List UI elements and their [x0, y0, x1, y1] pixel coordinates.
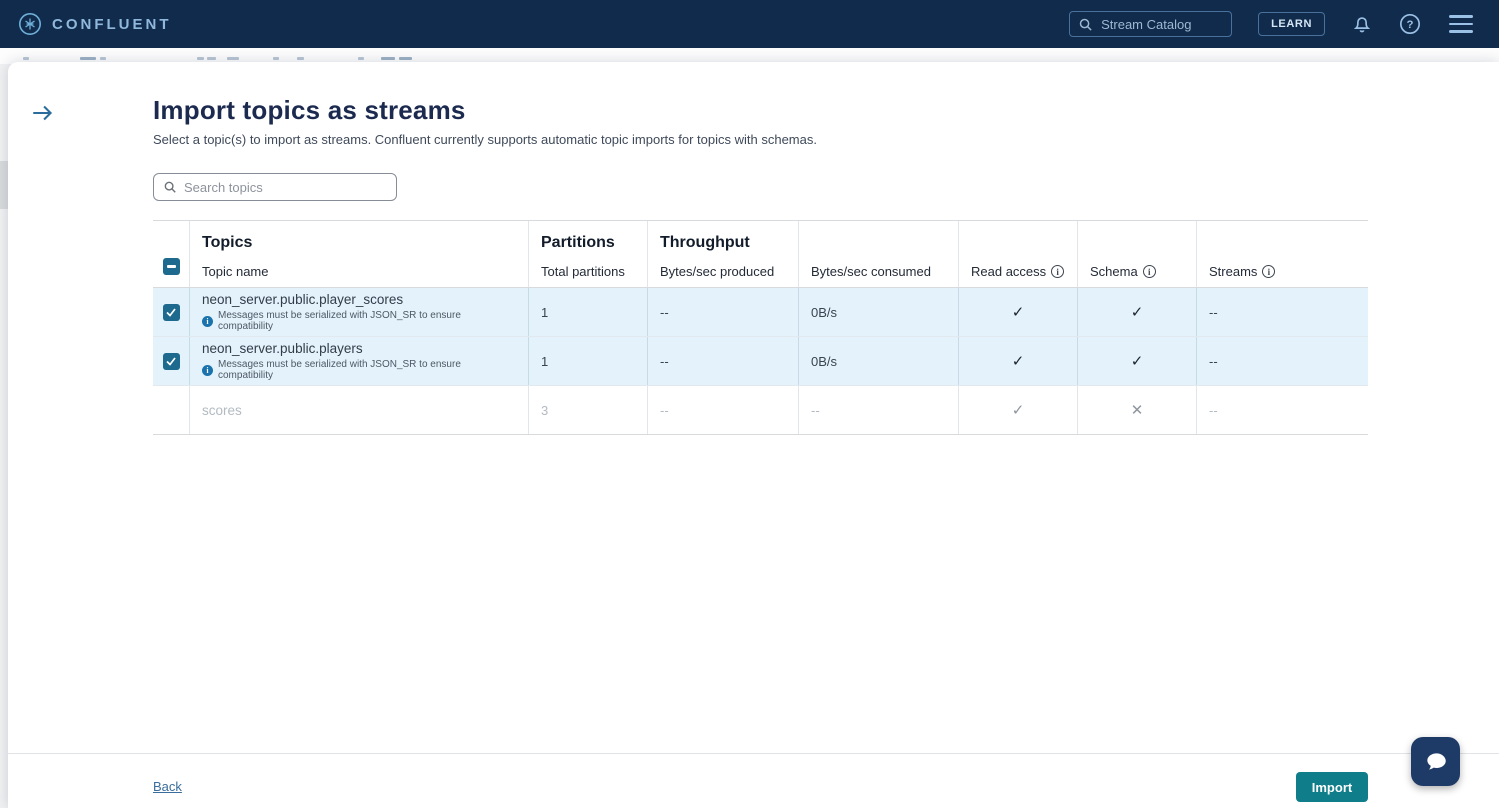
streams-info-icon[interactable]: i [1262, 265, 1275, 278]
table-header-row: Topics Topic name Partitions Total parti… [153, 220, 1368, 288]
confluent-logo[interactable]: CONFLUENT [18, 12, 172, 36]
cell-bytes-consumed: 0B/s [811, 305, 946, 320]
cell-bytes-consumed: 0B/s [811, 354, 946, 369]
table-row-disabled: scores 3 -- -- ✓ ✕ -- [153, 386, 1368, 435]
notifications-bell-icon[interactable] [1351, 13, 1373, 35]
read-access-check-icon: ✓ [1012, 401, 1025, 419]
cell-streams: -- [1209, 305, 1356, 320]
cell-bytes-produced: -- [660, 305, 786, 320]
read-access-info-icon[interactable]: i [1051, 265, 1064, 278]
column-header-bytes-consumed: Bytes/sec consumed [811, 264, 946, 279]
menu-hamburger-icon[interactable] [1447, 13, 1475, 35]
table-row[interactable]: neon_server.public.players i Messages mu… [153, 337, 1368, 386]
group-header-partitions: Partitions [541, 234, 635, 252]
row-checkbox-checked[interactable] [163, 353, 180, 370]
info-icon: i [202, 316, 213, 327]
chat-bubble-icon [1423, 749, 1449, 775]
stream-catalog-search[interactable] [1069, 11, 1232, 37]
schema-cross-icon: ✕ [1131, 401, 1144, 419]
topic-search-input[interactable] [184, 180, 374, 195]
cell-streams: -- [1209, 403, 1356, 418]
svg-text:?: ? [1407, 19, 1414, 31]
search-icon [1078, 17, 1093, 32]
cell-partitions: 1 [541, 305, 635, 320]
group-header-throughput: Throughput [660, 234, 786, 252]
column-header-schema: Schema [1090, 264, 1138, 279]
footer-divider [8, 753, 1499, 754]
cell-bytes-consumed: -- [811, 403, 946, 418]
page-title: Import topics as streams [153, 95, 466, 126]
column-header-total-partitions: Total partitions [541, 264, 635, 279]
column-header-streams: Streams [1209, 264, 1257, 279]
read-access-check-icon: ✓ [1012, 352, 1025, 370]
column-header-topic-name: Topic name [202, 264, 516, 279]
cell-streams: -- [1209, 354, 1356, 369]
check-icon [165, 355, 177, 367]
read-access-check-icon: ✓ [1012, 303, 1025, 321]
back-link[interactable]: Back [153, 779, 182, 794]
table-row[interactable]: neon_server.public.player_scores i Messa… [153, 288, 1368, 337]
select-all-checkbox[interactable] [163, 258, 180, 275]
cell-bytes-produced: -- [660, 354, 786, 369]
topic-name: scores [202, 403, 516, 418]
brand-wordmark: CONFLUENT [52, 16, 172, 33]
group-header-topics: Topics [202, 234, 516, 252]
chat-widget-button[interactable] [1411, 737, 1460, 786]
row-checkbox-checked[interactable] [163, 304, 180, 321]
stream-catalog-input[interactable] [1101, 17, 1211, 32]
cell-bytes-produced: -- [660, 403, 786, 418]
schema-check-icon: ✓ [1131, 352, 1144, 370]
column-header-read-access: Read access [971, 264, 1046, 279]
topic-search-box[interactable] [153, 173, 397, 201]
navbar-right: LEARN ? [1069, 11, 1475, 37]
topic-name: neon_server.public.player_scores [202, 292, 516, 307]
background-panel-edge [0, 161, 8, 209]
schema-check-icon: ✓ [1131, 303, 1144, 321]
topic-name: neon_server.public.players [202, 341, 516, 356]
cell-partitions: 1 [541, 354, 635, 369]
background-page-edge [0, 64, 8, 808]
help-icon[interactable]: ? [1399, 13, 1421, 35]
import-button[interactable]: Import [1296, 772, 1368, 802]
confluent-spark-icon [18, 12, 42, 36]
schema-info-icon[interactable]: i [1143, 265, 1156, 278]
import-topics-panel: Import topics as streams Select a topic(… [8, 62, 1499, 808]
learn-button[interactable]: LEARN [1258, 12, 1325, 36]
check-icon [165, 306, 177, 318]
topic-note-text: Messages must be serialized with JSON_SR… [218, 310, 516, 332]
collapse-panel-arrow-icon[interactable] [30, 100, 56, 126]
page: CONFLUENT LEARN ? [0, 0, 1499, 808]
info-icon: i [202, 365, 213, 376]
search-icon [163, 180, 177, 194]
page-subtitle: Select a topic(s) to import as streams. … [153, 132, 817, 147]
cell-partitions: 3 [541, 403, 635, 418]
column-header-bytes-produced: Bytes/sec produced [660, 264, 786, 279]
topics-table: Topics Topic name Partitions Total parti… [153, 220, 1368, 435]
indeterminate-mark [167, 265, 176, 267]
top-navbar: CONFLUENT LEARN ? [0, 0, 1499, 48]
topic-note-text: Messages must be serialized with JSON_SR… [218, 359, 516, 381]
